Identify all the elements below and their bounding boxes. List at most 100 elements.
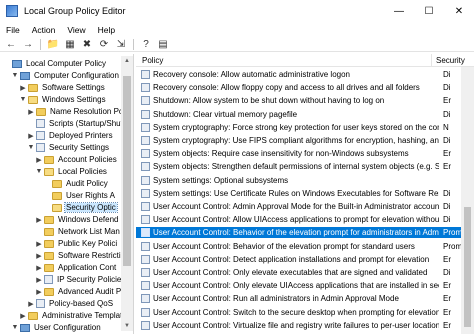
expand-icon[interactable]: ▶ (19, 84, 27, 92)
table-row[interactable]: Recovery console: Allow floppy copy and … (136, 82, 474, 93)
collapse-icon[interactable]: ▼ (11, 324, 19, 331)
tree-item[interactable]: ▶ Public Key Polici (35, 238, 118, 249)
tree-item[interactable]: Scripts (Startup/Shut (27, 118, 124, 129)
expand-icon[interactable]: ▶ (27, 108, 35, 116)
toolbar-separator (133, 39, 134, 50)
delete-icon[interactable]: ✖ (80, 39, 94, 51)
scroll-up-arrow-icon[interactable]: ▲ (121, 56, 133, 66)
tree-item[interactable]: ▶ Name Resolution Poli (27, 106, 128, 117)
folder-icon (44, 239, 54, 248)
tree-item[interactable]: Security Optic (43, 202, 118, 213)
menu-help[interactable]: Help (92, 25, 121, 35)
tree-item[interactable]: ▶ Windows Defend (35, 214, 119, 225)
help-icon[interactable]: ? (139, 39, 153, 51)
tree-item[interactable]: ▶ Application Cont (35, 262, 117, 273)
table-row[interactable]: User Account Control: Virtualize file an… (136, 320, 474, 331)
list-header: Policy Security (136, 54, 474, 67)
scroll-down-arrow-icon[interactable]: ▼ (121, 321, 133, 331)
table-row[interactable]: User Account Control: Behavior of the el… (136, 227, 474, 239)
collapse-icon[interactable]: ▼ (35, 168, 43, 175)
tree-item[interactable]: Audit Policy (43, 178, 109, 189)
expand-icon[interactable]: ▶ (35, 288, 43, 296)
list-scrollbar[interactable] (461, 67, 474, 334)
forward-icon[interactable]: → (21, 39, 35, 51)
tree-item[interactable]: ▼ Local Policies (35, 166, 108, 177)
tree-item[interactable]: ▶ IP Security Policie (35, 274, 122, 285)
tree-item[interactable]: ▶ Software Settings (19, 82, 106, 93)
tree-item-label: Deployed Printers (49, 131, 113, 140)
menu-view[interactable]: View (61, 25, 91, 35)
table-row[interactable]: User Account Control: Detect application… (136, 254, 474, 265)
column-header-policy[interactable]: Policy (136, 54, 432, 67)
table-row[interactable]: User Account Control: Behavior of the el… (136, 241, 474, 252)
expand-icon[interactable]: ▶ (27, 132, 35, 140)
table-row[interactable]: System cryptography: Use FIPS compliant … (136, 135, 474, 146)
properties-icon[interactable]: ▤ (156, 39, 170, 51)
menu-file[interactable]: File (0, 25, 26, 35)
show-hide-tree-icon[interactable]: ▦ (63, 39, 77, 51)
expand-icon[interactable]: ▶ (27, 300, 35, 308)
table-row[interactable]: User Account Control: Only elevate execu… (136, 267, 474, 278)
tree-item[interactable]: ▼ Windows Settings (19, 94, 107, 105)
tree-item[interactable]: ▶ Deployed Printers (27, 130, 114, 141)
table-row[interactable]: System objects: Require case insensitivi… (136, 148, 474, 159)
export-icon[interactable]: ⇲ (114, 39, 128, 51)
tree-item-label: Policy-based QoS (49, 299, 114, 308)
tree-item[interactable]: ▶ Policy-based QoS (27, 298, 114, 309)
table-row[interactable]: Recovery console: Allow automatic admini… (136, 69, 474, 80)
maximize-button[interactable]: ☐ (414, 0, 444, 22)
back-icon[interactable]: ← (4, 39, 18, 51)
refresh-icon[interactable]: ⟳ (97, 39, 111, 51)
policy-name: System objects: Strengthen default permi… (153, 162, 439, 172)
expand-icon[interactable]: ▶ (19, 312, 27, 320)
menu-bar: File Action View Help (0, 22, 474, 38)
tree-item[interactable]: Network List Man (35, 226, 121, 237)
tree-item[interactable]: ▶ Administrative Template (19, 310, 128, 321)
table-row[interactable]: User Account Control: Only elevate UIAcc… (136, 280, 474, 291)
table-row[interactable]: Shutdown: Allow system to be shut down w… (136, 95, 474, 106)
tree-item[interactable]: ▼ Security Settings (27, 142, 110, 153)
menu-action[interactable]: Action (26, 25, 62, 35)
tree-item-label: User Rights A (66, 191, 115, 200)
table-row[interactable]: Shutdown: Clear virtual memory pagefile D… (136, 109, 474, 120)
scroll-thumb[interactable] (464, 207, 471, 327)
table-row[interactable]: System objects: Strengthen default permi… (136, 161, 474, 172)
tree-item[interactable]: ▼ User Configuration (11, 322, 102, 333)
policy-name: Recovery console: Allow automatic admini… (153, 70, 350, 79)
table-row[interactable]: System settings: Optional subsystems (136, 175, 474, 186)
expand-icon[interactable]: ▶ (35, 276, 43, 284)
tree-item[interactable]: ▶ Advanced Audit P (35, 286, 122, 297)
table-row[interactable]: User Account Control: Admin Approval Mod… (136, 201, 474, 212)
tree-item[interactable]: ▶ Software Restricti (35, 250, 122, 261)
expand-icon[interactable]: ▶ (35, 264, 43, 272)
expand-icon[interactable]: ▶ (35, 216, 43, 224)
column-header-security-setting[interactable]: Security (432, 54, 465, 67)
table-row[interactable]: System settings: Use Certificate Rules o… (136, 188, 474, 199)
tree-item[interactable]: Local Computer Policy (3, 58, 107, 69)
close-button[interactable]: ✕ (444, 0, 474, 22)
up-folder-icon[interactable]: 📁 (46, 39, 60, 51)
expand-icon[interactable]: ▶ (35, 240, 43, 248)
table-row[interactable]: User Account Control: Switch to the secu… (136, 307, 474, 318)
tree-item[interactable]: ▶ Account Policies (35, 154, 118, 165)
scroll-thumb[interactable] (123, 76, 131, 266)
tree-item[interactable]: User Rights A (43, 190, 116, 201)
minimize-button[interactable]: — (384, 0, 414, 22)
tree-item[interactable]: ▼ Computer Configuration (11, 70, 120, 81)
expand-icon[interactable]: ▶ (35, 156, 43, 164)
tree-scrollbar[interactable]: ▲ ▼ (121, 56, 133, 331)
folder-icon (44, 215, 54, 224)
table-row[interactable]: User Account Control: Allow UIAccess app… (136, 214, 474, 225)
policy-name: Recovery console: Allow floppy copy and … (153, 83, 420, 93)
policy-setting-icon (141, 254, 150, 264)
collapse-icon[interactable]: ▼ (19, 96, 27, 103)
tree-item-label: Account Policies (58, 155, 117, 164)
policy-setting-icon (141, 188, 150, 198)
tree-item-label: Network List Man (58, 227, 120, 236)
table-row[interactable]: User Account Control: Run all administra… (136, 293, 474, 304)
collapse-icon[interactable]: ▼ (11, 72, 19, 79)
collapse-icon[interactable]: ▼ (27, 144, 35, 151)
table-row[interactable]: System cryptography: Force strong key pr… (136, 122, 474, 133)
computer-icon (20, 71, 30, 80)
expand-icon[interactable]: ▶ (35, 252, 43, 260)
